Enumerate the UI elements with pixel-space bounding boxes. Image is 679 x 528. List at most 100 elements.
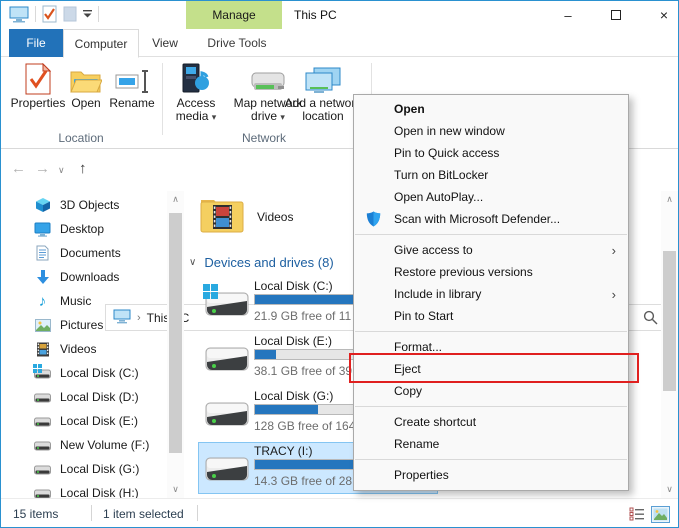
manage-ribbon-context-tab[interactable]: Manage bbox=[186, 1, 282, 29]
group-header-devices-and-drives[interactable]: ∨ Devices and drives (8) bbox=[189, 255, 334, 270]
scroll-down-icon[interactable]: ∨ bbox=[167, 481, 184, 498]
sidebar-item-3d-objects[interactable]: 3D Objects bbox=[1, 193, 167, 217]
new-folder-quick-icon[interactable] bbox=[63, 6, 77, 22]
tab-view[interactable]: View bbox=[139, 29, 191, 57]
customize-toolbar-icon[interactable] bbox=[83, 10, 92, 18]
videos-folder-icon bbox=[199, 196, 245, 237]
sidebar-item-new-volume-f[interactable]: New Volume (F:) bbox=[1, 433, 167, 457]
sidebar-label: Downloads bbox=[60, 270, 119, 284]
quick-access-toolbar bbox=[9, 5, 99, 23]
access-media-label: Accessmedia ▾ bbox=[176, 97, 217, 124]
drive-free-space: 38.1 GB free of 39 bbox=[254, 364, 352, 378]
forward-icon[interactable]: → bbox=[35, 160, 50, 177]
network-group-label: Network bbox=[204, 131, 324, 145]
folder-tile-videos[interactable]: Videos bbox=[199, 196, 293, 237]
desktop-icon bbox=[34, 221, 51, 238]
minimize-button[interactable]: – bbox=[550, 1, 586, 29]
defender-shield-icon bbox=[366, 211, 381, 230]
menu-item-properties[interactable]: Properties bbox=[354, 464, 628, 486]
sidebar-item-local-disk-d[interactable]: Local Disk (D:) bbox=[1, 385, 167, 409]
chevron-down-icon[interactable]: ∨ bbox=[189, 257, 196, 268]
open-button[interactable]: Open bbox=[67, 61, 105, 110]
sidebar-item-documents[interactable]: Documents bbox=[1, 241, 167, 265]
menu-item-pin-to-start[interactable]: Pin to Start bbox=[354, 305, 628, 327]
properties-quick-icon[interactable] bbox=[42, 5, 57, 23]
sidebar-label: Documents bbox=[60, 246, 121, 260]
maximize-icon bbox=[611, 10, 621, 20]
picture-icon bbox=[34, 317, 51, 334]
open-folder-icon bbox=[70, 61, 102, 95]
rename-button[interactable]: Rename bbox=[107, 61, 157, 110]
menu-item-scan-with-defender[interactable]: Scan with Microsoft Defender... bbox=[354, 208, 628, 230]
group-header-label: Devices and drives (8) bbox=[204, 255, 333, 270]
properties-icon bbox=[25, 61, 51, 95]
sidebar-item-local-disk-c[interactable]: Local Disk (C:) bbox=[1, 361, 167, 385]
rename-icon bbox=[115, 61, 149, 95]
explorer-window: Manage This PC – × File Computer View Dr… bbox=[0, 0, 679, 528]
up-icon[interactable]: ↑ bbox=[79, 160, 87, 177]
sidebar-label: Local Disk (E:) bbox=[60, 414, 138, 428]
drive-icon bbox=[205, 453, 249, 488]
drive-name: Local Disk (E:) bbox=[254, 334, 332, 348]
sidebar-item-local-disk-g[interactable]: Local Disk (G:) bbox=[1, 457, 167, 481]
main-scrollbar[interactable]: ∧ ∨ bbox=[661, 191, 679, 498]
menu-item-open-autoplay[interactable]: Open AutoPlay... bbox=[354, 186, 628, 208]
sidebar-scrollbar[interactable]: ∧ ∨ bbox=[167, 191, 184, 498]
menu-item-include-in-library[interactable]: Include in library› bbox=[354, 283, 628, 305]
menu-item-create-shortcut[interactable]: Create shortcut bbox=[354, 411, 628, 433]
tab-file[interactable]: File bbox=[9, 29, 63, 57]
details-view-icon[interactable] bbox=[629, 506, 645, 525]
drive-icon bbox=[205, 288, 249, 323]
tab-computer[interactable]: Computer bbox=[63, 29, 139, 58]
menu-item-give-access-to[interactable]: Give access to› bbox=[354, 239, 628, 261]
tab-drive-tools[interactable]: Drive Tools bbox=[191, 29, 283, 57]
close-button[interactable]: × bbox=[646, 1, 679, 29]
access-media-button[interactable]: Accessmedia ▾ bbox=[169, 61, 223, 124]
properties-button[interactable]: Properties bbox=[9, 61, 67, 110]
menu-item-turn-on-bitlocker[interactable]: Turn on BitLocker bbox=[354, 164, 628, 186]
scroll-up-icon[interactable]: ∧ bbox=[661, 191, 678, 208]
menu-separator bbox=[355, 406, 627, 407]
drive-icon bbox=[205, 343, 249, 378]
divider bbox=[197, 505, 198, 521]
drive-icon bbox=[34, 461, 51, 478]
document-icon bbox=[34, 245, 51, 262]
menu-item-open[interactable]: Open bbox=[354, 98, 628, 120]
sidebar-item-pictures[interactable]: Pictures bbox=[1, 313, 167, 337]
sidebar-label: Local Disk (C:) bbox=[60, 366, 139, 380]
drive-free-space: 14.3 GB free of 28 bbox=[254, 474, 352, 488]
sidebar-item-videos[interactable]: Videos bbox=[1, 337, 167, 361]
menu-item-format[interactable]: Format... bbox=[354, 336, 628, 358]
items-count: 15 items bbox=[13, 507, 58, 521]
sidebar-label: Desktop bbox=[60, 222, 104, 236]
back-icon[interactable]: ← bbox=[11, 160, 26, 177]
sidebar-item-music[interactable]: ♪ Music bbox=[1, 289, 167, 313]
menu-item-pin-to-quick-access[interactable]: Pin to Quick access bbox=[354, 142, 628, 164]
scrollbar-thumb[interactable] bbox=[169, 213, 182, 453]
scrollbar-thumb[interactable] bbox=[663, 251, 676, 391]
menu-item-open-in-new-window[interactable]: Open in new window bbox=[354, 120, 628, 142]
drive-icon bbox=[205, 398, 249, 433]
this-pc-icon bbox=[9, 6, 29, 23]
sidebar-item-downloads[interactable]: Downloads bbox=[1, 265, 167, 289]
sidebar-label: Music bbox=[60, 294, 91, 308]
open-label: Open bbox=[71, 97, 100, 110]
scroll-down-icon[interactable]: ∨ bbox=[661, 481, 678, 498]
sidebar-item-local-disk-e[interactable]: Local Disk (E:) bbox=[1, 409, 167, 433]
sidebar-label: 3D Objects bbox=[60, 198, 119, 212]
menu-item-copy[interactable]: Copy bbox=[354, 380, 628, 402]
menu-item-eject[interactable]: Eject bbox=[354, 358, 628, 380]
ribbon-tab-row: File Computer View Drive Tools ∧ ? bbox=[1, 29, 678, 57]
add-network-location-icon bbox=[304, 61, 342, 95]
drive-context-menu: Open Open in new window Pin to Quick acc… bbox=[353, 94, 629, 491]
drive-name: Local Disk (C:) bbox=[254, 279, 333, 293]
recent-locations-icon[interactable]: ∨ bbox=[58, 165, 65, 176]
sidebar-item-desktop[interactable]: Desktop bbox=[1, 217, 167, 241]
menu-item-rename[interactable]: Rename bbox=[354, 433, 628, 455]
drive-name: Local Disk (G:) bbox=[254, 389, 333, 403]
maximize-button[interactable] bbox=[598, 1, 634, 29]
thumbnail-view-icon[interactable] bbox=[651, 506, 670, 526]
menu-separator bbox=[355, 459, 627, 460]
menu-item-restore-previous-versions[interactable]: Restore previous versions bbox=[354, 261, 628, 283]
scroll-up-icon[interactable]: ∧ bbox=[167, 191, 184, 208]
